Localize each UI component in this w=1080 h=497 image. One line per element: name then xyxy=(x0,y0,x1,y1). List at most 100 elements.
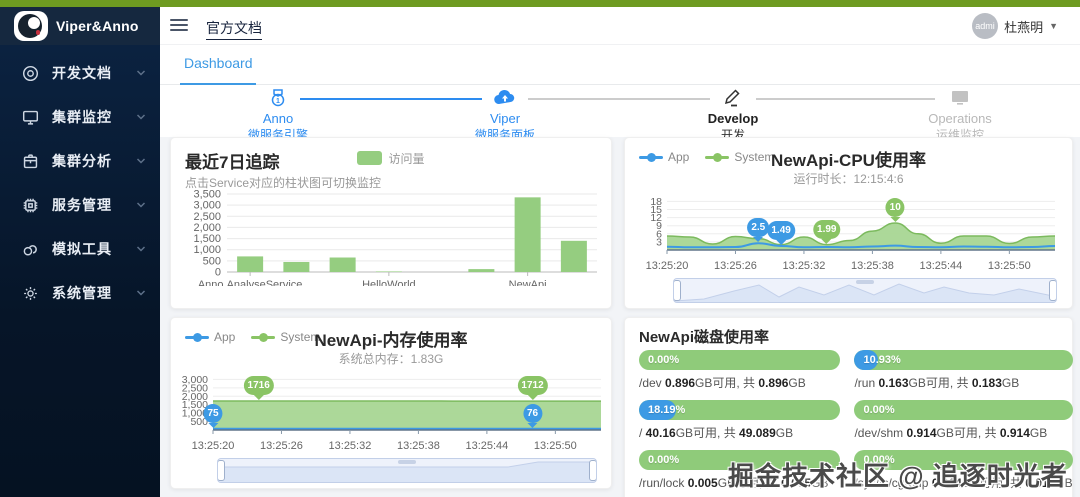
svg-text:1,500: 1,500 xyxy=(193,233,221,245)
disk-usage-percent: 18.19% xyxy=(648,404,686,416)
x-tick-label: 13:25:44 xyxy=(919,260,963,272)
chevron-down-icon xyxy=(136,68,146,78)
app-logo-icon xyxy=(14,11,48,41)
card-weekly-trace: 最近7日追踪 访问量 点击Service对应的柱状图可切换监控 0 500 1,00… xyxy=(170,137,612,309)
chevron-down-icon xyxy=(136,288,146,298)
brand-name: Viper&Anno xyxy=(56,18,139,34)
datazoom-right-handle[interactable] xyxy=(1049,280,1056,301)
data-marker-1.99: 1.99 xyxy=(813,219,841,239)
trace-legend[interactable]: 访问量 xyxy=(171,150,611,168)
cpu-datazoom-slider[interactable] xyxy=(673,278,1057,303)
datazoom-left-handle[interactable] xyxy=(218,460,225,481)
step-develop[interactable]: Develop 开发 xyxy=(663,87,803,143)
data-marker-10: 10 xyxy=(885,198,905,217)
chevron-down-icon xyxy=(136,200,146,210)
sidebar-item-label: 集群监控 xyxy=(52,109,112,125)
stepper-connector xyxy=(528,98,710,100)
cluster-analysis-icon xyxy=(22,153,39,170)
sidebar-item-服务管理[interactable]: 服务管理 xyxy=(0,183,160,227)
disk-usage-percent: 0.00% xyxy=(648,454,680,466)
disk-usage-percent: 0.00% xyxy=(648,354,680,366)
x-tick-label: 13:25:44 xyxy=(465,440,509,452)
chevron-down-icon xyxy=(136,112,146,122)
memory-datazoom-slider[interactable] xyxy=(217,458,597,483)
cpu-title: NewApi-CPU使用率 xyxy=(771,151,926,170)
datazoom-grip[interactable] xyxy=(856,280,874,284)
data-marker-2.5: 2.5 xyxy=(747,218,770,238)
svg-text:3,500: 3,500 xyxy=(193,190,221,201)
step-anno[interactable]: 1 Anno 微服务引擎 xyxy=(208,87,348,143)
docs-icon xyxy=(22,65,39,82)
stepper-connector xyxy=(756,98,935,100)
disk-caption: /run 0.163GB可用, 共 0.183GB xyxy=(854,376,1020,390)
sidebar: 开发文档集群监控集群分析服务管理模拟工具系统管理 xyxy=(0,45,160,497)
sidebar-item-模拟工具[interactable]: 模拟工具 xyxy=(0,227,160,271)
svg-text:3,000: 3,000 xyxy=(193,200,221,212)
memory-x-axis-labels: 13:25:20 13:25:26 13:25:32 13:25:38 13:25:44… xyxy=(177,440,605,454)
avatar: admi xyxy=(972,13,999,39)
x-tick-label: 13:25:50 xyxy=(987,260,1031,272)
disk-item-/: 18.19% / 40.16GB可用, 共 49.089GB xyxy=(639,400,841,441)
legend-label: 访问量 xyxy=(388,152,425,166)
disk-item-/run: 10.93% /run 0.163GB可用, 共 0.183GB xyxy=(854,350,1073,391)
step-operations[interactable]: Operations 运维监控 xyxy=(890,87,1030,143)
step-viper[interactable]: Viper 微服务面板 xyxy=(435,87,575,143)
datazoom-left-handle[interactable] xyxy=(674,280,681,301)
sidebar-item-label: 服务管理 xyxy=(52,197,112,213)
stepper-connector xyxy=(300,98,482,100)
logo-block[interactable]: Viper&Anno xyxy=(0,7,160,45)
disk-usage-bar[interactable]: 10.93% xyxy=(854,350,1073,370)
system-settings-icon xyxy=(22,285,39,302)
trace-subtitle: 点击Service对应的柱状图可切换监控 xyxy=(185,176,382,190)
disk-item-/dev/shm: 0.00% /dev/shm 0.914GB可用, 共 0.914GB xyxy=(854,400,1073,441)
step-title: Viper xyxy=(489,111,521,126)
tab-dashboard[interactable]: Dashboard xyxy=(184,55,253,71)
disk-caption: /dev 0.896GB可用, 共 0.896GB xyxy=(639,376,806,390)
x-tick-label: 13:25:38 xyxy=(850,260,894,272)
menu-toggle-icon[interactable] xyxy=(170,19,188,33)
svg-text:NewApi: NewApi xyxy=(509,279,547,286)
x-tick-label: 13:25:26 xyxy=(260,440,303,452)
svg-text:0: 0 xyxy=(215,267,221,279)
datazoom-right-handle[interactable] xyxy=(589,460,596,481)
svg-text:2,500: 2,500 xyxy=(193,211,221,223)
chevron-down-icon xyxy=(136,244,146,254)
data-marker-76: 76 xyxy=(522,403,543,423)
disk-usage-bar[interactable]: 0.00% xyxy=(639,350,841,370)
user-name: 杜燕明 xyxy=(1004,19,1044,35)
disk-title: NewApi磁盘使用率 xyxy=(639,329,770,346)
data-marker-75: 75 xyxy=(203,403,223,423)
main-area: Dashboard 1 Anno 微服务引擎 Viper 微服务面板 Develop 开发 O… xyxy=(160,45,1080,497)
cpu-x-axis-labels: 13:25:20 13:25:26 13:25:32 13:25:38 13:25:44… xyxy=(631,260,1065,274)
disk-usage-bar[interactable]: 18.19% xyxy=(639,400,841,420)
disk-usage-bar[interactable]: 0.00% xyxy=(854,400,1073,420)
sidebar-item-集群分析[interactable]: 集群分析 xyxy=(0,139,160,183)
datazoom-grip[interactable] xyxy=(398,460,416,464)
official-docs-link[interactable]: 官方文档 xyxy=(206,18,262,40)
step-title: Anno xyxy=(262,111,294,126)
sidebar-item-开发文档[interactable]: 开发文档 xyxy=(0,51,160,95)
cpu-area-chart: 18 15 12 9 6 3 2.5 1.49 1.99 10 xyxy=(631,192,1065,258)
cluster-monitor-icon xyxy=(22,109,39,126)
disk-usage-percent: 10.93% xyxy=(863,354,901,366)
trace-bar-chart[interactable]: 0 500 1,000 1,500 2,000 2,500 3,000 3,500 Anno.A… xyxy=(179,189,603,302)
app-root: Viper&Anno 官方文档 admi 杜燕明 ▼ 开发文档集群监控集群分析服… xyxy=(0,0,1080,497)
user-menu[interactable]: admi 杜燕明 ▼ xyxy=(972,13,1058,39)
svg-text:3: 3 xyxy=(656,236,662,248)
sidebar-item-label: 模拟工具 xyxy=(52,241,112,257)
disk-usage-percent: 0.00% xyxy=(863,404,895,416)
svg-text:2,000: 2,000 xyxy=(193,222,221,234)
svg-text:Anno.AnalyseService: Anno.AnalyseService xyxy=(198,279,303,286)
card-memory-usage: App System NewApi-内存使用率 系统总内存：1.83G 3,000… xyxy=(170,317,612,489)
x-tick-label: 13:25:50 xyxy=(533,440,577,452)
workflow-stepper: 1 Anno 微服务引擎 Viper 微服务面板 Develop 开发 Operations 运… xyxy=(160,85,1080,142)
sidebar-item-集群监控[interactable]: 集群监控 xyxy=(0,95,160,139)
sidebar-menu: 开发文档集群监控集群分析服务管理模拟工具系统管理 xyxy=(0,45,160,315)
step-title: Operations xyxy=(928,111,992,126)
watermark-text: 掘金技术社区 @ 追逐时光者 xyxy=(728,461,1068,491)
cpu-subtitle: 运行时长：12:15:4:6 xyxy=(793,172,904,186)
sidebar-item-label: 开发文档 xyxy=(52,65,112,81)
mock-tools-icon xyxy=(22,241,39,258)
header-bar: Viper&Anno 官方文档 admi 杜燕明 ▼ xyxy=(0,7,1080,45)
sidebar-item-系统管理[interactable]: 系统管理 xyxy=(0,271,160,315)
